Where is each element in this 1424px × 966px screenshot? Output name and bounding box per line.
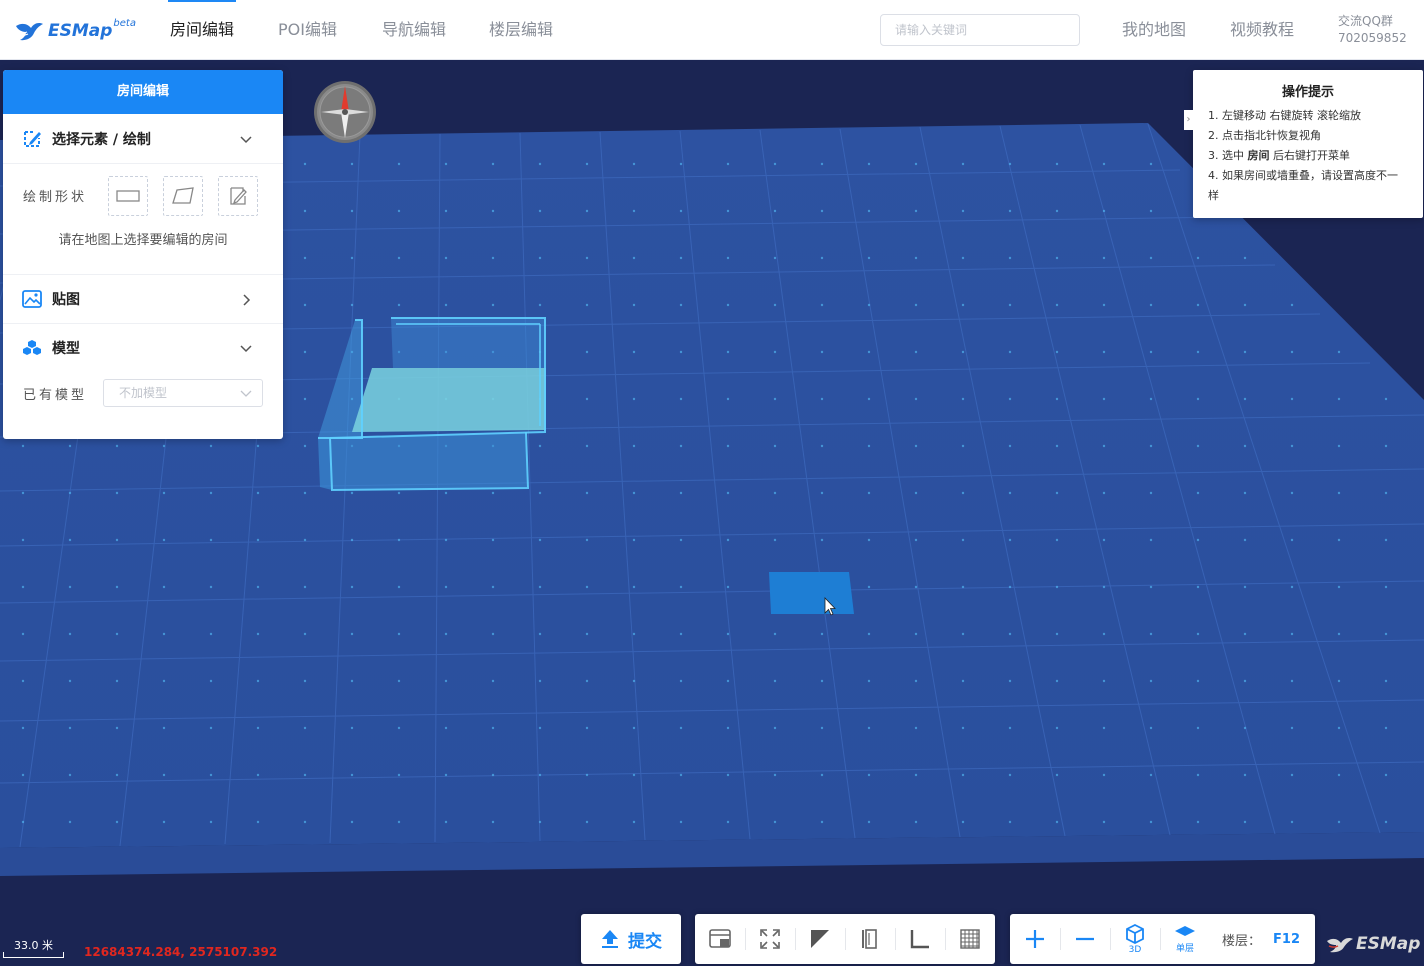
model-section-title: 模型 xyxy=(52,341,80,357)
cubes-model-icon xyxy=(23,340,41,355)
tip-item: 3. 选中 房间 后右键打开菜单 xyxy=(1208,149,1350,162)
tab-room-edit[interactable]: 房间编辑 xyxy=(167,0,237,60)
logo-beta-badge: beta xyxy=(113,17,136,29)
door-icon xyxy=(862,929,877,949)
layout-icon xyxy=(709,929,731,948)
submit-button[interactable]: 提交 xyxy=(581,914,681,964)
watermark-bird-icon xyxy=(1327,938,1353,953)
edit-tools-toolbar xyxy=(695,914,995,964)
chevron-down-icon xyxy=(240,136,252,144)
select-draw-section-title: 选择元素 / 绘制 xyxy=(52,131,151,148)
cube-3d-icon xyxy=(1126,923,1144,944)
rectangle-icon xyxy=(116,190,140,202)
fullscreen-icon xyxy=(760,929,780,949)
select-room-hint: 请在地图上选择要编辑的房间 xyxy=(58,233,228,248)
selected-room-tile[interactable] xyxy=(769,572,854,614)
compass-icon[interactable] xyxy=(313,80,377,144)
zoom-in-icon xyxy=(1026,930,1044,948)
grid-icon xyxy=(960,929,980,949)
draw-freehand-button[interactable] xyxy=(218,176,258,216)
upload-icon xyxy=(602,930,618,948)
logo-bird-icon xyxy=(16,23,43,41)
triangle-icon xyxy=(811,930,829,948)
door-tool-button[interactable] xyxy=(845,914,895,964)
model-section-header[interactable]: 模型 xyxy=(3,323,283,373)
submit-label: 提交 xyxy=(628,931,662,952)
qq-group-number: 702059852 xyxy=(1338,31,1407,45)
tips-list: 1. 左键移动 右键旋转 滚轮缩放 2. 点击指北针恢复视角 3. 选中 房间 … xyxy=(1208,106,1408,206)
watermark-text: ESMap xyxy=(1356,934,1421,954)
edit-select-icon xyxy=(24,130,41,147)
view-3d-button[interactable]: 3D xyxy=(1110,914,1160,964)
view-3d-label: 3D xyxy=(1128,944,1142,955)
qq-group-label: 交流QQ群 xyxy=(1338,14,1393,28)
video-tutorial-link[interactable]: 视频教程 xyxy=(1230,0,1294,60)
zoom-in-button[interactable] xyxy=(1010,914,1060,964)
floor-label: 楼层： xyxy=(1222,933,1262,949)
esmap-watermark: ESMap xyxy=(1326,934,1420,954)
tip-item: 1. 左键移动 右键旋转 滚轮缩放 xyxy=(1208,109,1361,122)
existing-model-label: 已有模型 xyxy=(23,388,88,403)
tips-collapse-toggle[interactable]: › xyxy=(1184,110,1193,130)
cursor-coordinates: 12684374.284, 2575107.392 xyxy=(84,945,278,959)
view-controls-toolbar: 3D 单层 楼层： F12 xyxy=(1010,914,1315,964)
keyword-search-input[interactable] xyxy=(880,14,1080,46)
draw-shape-label: 绘制形状 xyxy=(23,190,88,205)
map-scale-bar xyxy=(3,952,64,958)
top-navigation-bar: ESMap beta 房间编辑 POI编辑 导航编辑 楼层编辑 我的地图 视频教… xyxy=(0,0,1424,60)
tip-item: 2. 点击指北针恢复视角 xyxy=(1208,129,1321,142)
corner-tool-button[interactable] xyxy=(895,914,945,964)
chevron-down-icon xyxy=(240,345,252,353)
chevron-down-icon xyxy=(240,390,252,397)
chevron-right-icon xyxy=(243,294,251,306)
triangle-tool-button[interactable] xyxy=(795,914,845,964)
qq-group-info: 交流QQ群 702059852 xyxy=(1338,13,1407,47)
polygon-icon xyxy=(172,187,194,204)
single-floor-button[interactable]: 单层 xyxy=(1160,914,1210,964)
corner-icon xyxy=(910,930,929,949)
texture-section-header[interactable]: 贴图 xyxy=(3,274,283,324)
zoom-out-icon xyxy=(1076,937,1094,941)
tip-item: 4. 如果房间或墙重叠，请设置高度不一样 xyxy=(1208,169,1398,202)
single-floor-label: 单层 xyxy=(1175,944,1194,954)
map-scale-label: 33.0 米 xyxy=(14,939,53,952)
my-maps-link[interactable]: 我的地图 xyxy=(1122,0,1186,60)
zoom-out-button[interactable] xyxy=(1060,914,1110,964)
logo-text: ESMap xyxy=(48,21,113,41)
layout-tool-button[interactable] xyxy=(695,914,745,964)
texture-section-title: 贴图 xyxy=(52,292,80,308)
fullscreen-tool-button[interactable] xyxy=(745,914,795,964)
draw-rectangle-button[interactable] xyxy=(108,176,148,216)
esmap-logo[interactable]: ESMap beta xyxy=(14,14,136,48)
select-draw-section-header[interactable]: 选择元素 / 绘制 xyxy=(3,114,283,164)
tab-floor-edit[interactable]: 楼层编辑 xyxy=(489,0,553,60)
operation-tips-panel: › 操作提示 1. 左键移动 右键旋转 滚轮缩放 2. 点击指北针恢复视角 3.… xyxy=(1184,70,1423,218)
panel-title: 房间编辑 xyxy=(3,70,283,114)
freehand-icon xyxy=(230,187,247,205)
grid-tool-button[interactable] xyxy=(945,914,995,964)
draw-polygon-button[interactable] xyxy=(163,176,203,216)
model-select[interactable]: 不加模型 xyxy=(103,379,263,407)
room-edit-panel: 房间编辑 选择元素 / 绘制 绘制形状 请在地图上选择要编辑的房间 贴图 模型 … xyxy=(3,70,283,439)
tab-navigation-edit[interactable]: 导航编辑 xyxy=(382,0,446,60)
image-texture-icon xyxy=(22,290,42,308)
tips-title: 操作提示 xyxy=(1281,85,1334,100)
room-3d-box[interactable] xyxy=(318,317,546,492)
tab-poi-edit[interactable]: POI编辑 xyxy=(278,0,337,60)
layers-icon xyxy=(1175,926,1195,936)
floor-selector[interactable]: F12 xyxy=(1273,932,1300,947)
model-select-value: 不加模型 xyxy=(119,386,168,400)
